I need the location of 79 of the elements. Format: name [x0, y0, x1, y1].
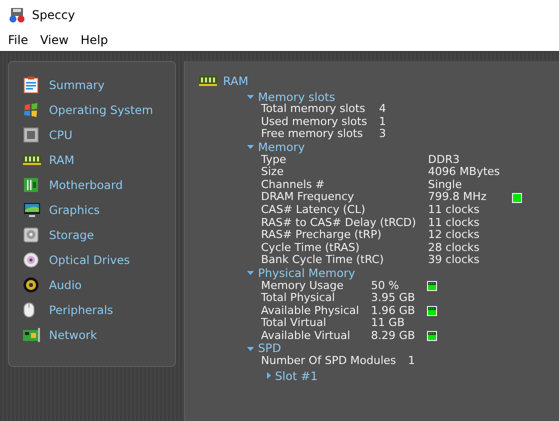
property-value: Single [428, 178, 463, 192]
property-label: RAS# Precharge (tRP) [261, 229, 382, 242]
sidebar-item[interactable]: Operating System [49, 102, 154, 116]
menu-item[interactable]: File [2, 33, 34, 47]
chip-icon [23, 126, 39, 142]
group-heading[interactable]: Memory [258, 140, 305, 154]
property-label: Memory Usage [261, 280, 344, 292]
hard-drive-icon [23, 226, 39, 242]
sidebar-item[interactable]: Peripherals [49, 302, 114, 316]
property-label: Free memory slots [261, 128, 364, 141]
property-label: Total memory slots [261, 103, 366, 116]
collapsed-arrow-icon[interactable] [267, 372, 271, 380]
property-value: 1.96 GB [371, 304, 416, 318]
property-label: Number Of SPD Modules [261, 355, 396, 368]
property-value: 4096 MBytes [428, 166, 500, 179]
property-label: Available Physical [261, 304, 360, 318]
app-icon [8, 6, 26, 22]
property-label: Available Virtual [261, 330, 352, 342]
expanded-arrow-icon[interactable] [247, 94, 254, 99]
property-value: 11 clocks [428, 204, 481, 217]
speaker-icon [23, 276, 39, 292]
sidebar-item[interactable]: Motherboard [49, 178, 123, 192]
usage-meter [427, 331, 438, 342]
property-label: Cycle Time (tRAS) [261, 242, 361, 254]
group-heading[interactable]: Memory slots [258, 90, 336, 104]
usage-meter [427, 280, 438, 291]
property-label: Bank Cycle Time (tRC) [261, 254, 385, 267]
property-label: Used memory slots [261, 116, 368, 128]
sidebar-item[interactable]: Audio [49, 278, 82, 292]
disc-icon [23, 252, 39, 268]
group-heading[interactable]: SPD [258, 342, 282, 356]
tree-item[interactable]: Slot #1 [275, 370, 318, 382]
property-value: 28 clocks [428, 242, 481, 254]
window-title: Speccy [32, 8, 75, 22]
status-indicator [512, 192, 522, 203]
expanded-arrow-icon[interactable] [247, 145, 254, 150]
expanded-arrow-icon[interactable] [247, 346, 254, 351]
memory-module-icon [23, 154, 41, 164]
property-value: 1 [408, 355, 416, 368]
monitor-icon [23, 202, 41, 218]
menu-item[interactable]: View [34, 33, 75, 47]
sidebar-item[interactable]: RAM [49, 152, 74, 166]
sidebar-item[interactable]: Summary [49, 78, 105, 92]
property-value: 50 % [371, 280, 400, 292]
circuit-board-icon [23, 176, 39, 192]
property-label: Size [261, 166, 284, 179]
sidebar-item[interactable]: Optical Drives [49, 252, 130, 266]
windows-flag-icon [23, 102, 39, 118]
property-label: Channels # [261, 178, 326, 192]
expanded-arrow-icon[interactable] [247, 271, 254, 276]
sidebar-item[interactable]: Graphics [49, 202, 100, 216]
network-card-icon [23, 326, 41, 342]
group-heading[interactable]: Physical Memory [258, 266, 356, 280]
property-value: 3 [379, 128, 386, 141]
property-label: Type [261, 154, 286, 166]
property-label: RAS# to CAS# Delay (tRCD) [261, 216, 416, 230]
mouse-icon [23, 302, 35, 318]
sidebar-item[interactable]: CPU [49, 128, 72, 142]
property-value: DDR3 [428, 154, 461, 166]
property-value: 8.29 GB [371, 330, 416, 342]
property-label: Total Virtual [261, 317, 326, 330]
property-value: 799.8 MHz [428, 191, 488, 204]
menu-item[interactable]: Help [74, 33, 114, 47]
property-label: DRAM Frequency [261, 191, 356, 204]
property-value: 4 [379, 103, 386, 116]
usage-meter [427, 306, 438, 316]
property-value: 11 GB [371, 317, 406, 330]
property-value: 39 clocks [428, 254, 481, 267]
sidebar-item[interactable]: Storage [49, 228, 94, 242]
property-label: Total Physical [261, 292, 335, 305]
property-value: 12 clocks [428, 229, 481, 242]
property-value: 11 clocks [428, 216, 481, 230]
memory-module-icon [199, 76, 217, 86]
property-value: 3.95 GB [371, 292, 416, 305]
sidebar-item[interactable]: Network [49, 328, 98, 342]
property-label: CAS# Latency (CL) [261, 204, 366, 217]
section-title: RAM [223, 75, 248, 88]
property-value: 1 [379, 116, 386, 128]
clipboard-icon [23, 76, 39, 94]
